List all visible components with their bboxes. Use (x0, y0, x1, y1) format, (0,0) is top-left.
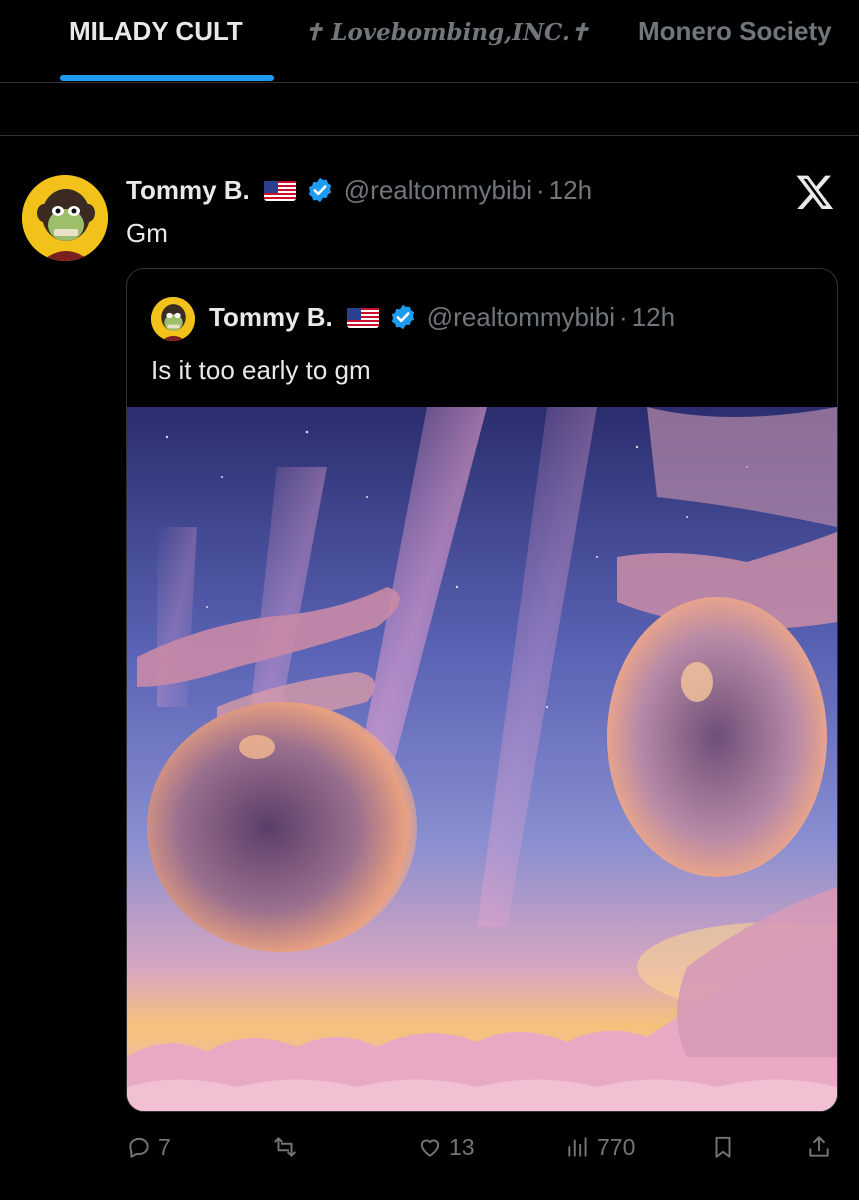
quoted-author-name[interactable]: Tommy B. (209, 302, 333, 333)
tab-bar: MILADY CULT ✝ Lovebombing,INC.✝ Monero S… (0, 0, 859, 83)
bookmark-button[interactable] (710, 1130, 736, 1164)
post-header: Tommy B. @realtommybibi · 12h (126, 172, 592, 208)
views-button[interactable]: 770 (565, 1130, 635, 1164)
quoted-avatar[interactable] (151, 297, 195, 341)
tab-milady-cult[interactable]: MILADY CULT (69, 16, 243, 47)
repost-icon (274, 1137, 296, 1157)
repost-button[interactable] (272, 1130, 304, 1164)
views-count: 770 (597, 1133, 636, 1160)
divider (0, 135, 859, 136)
avatar[interactable] (22, 175, 108, 261)
quoted-post-header: Tommy B. @realtommybibi · 12h (209, 299, 675, 335)
post-text: Gm (126, 218, 168, 248)
x-logo-icon (795, 172, 835, 212)
quoted-author-handle[interactable]: @realtommybibi (427, 302, 615, 333)
separator: · (619, 301, 628, 332)
share-icon (809, 1136, 829, 1157)
reply-icon (129, 1137, 149, 1158)
post-time[interactable]: 12h (549, 175, 592, 206)
quoted-post-text: Is it too early to gm (151, 355, 371, 385)
active-tab-indicator (60, 75, 274, 81)
post-image[interactable] (127, 407, 837, 1111)
views-chart-icon (568, 1137, 587, 1157)
author-handle[interactable]: @realtommybibi (344, 175, 532, 206)
reply-button[interactable]: 7 (126, 1130, 171, 1164)
verified-badge-icon (389, 303, 417, 331)
quoted-post-time[interactable]: 12h (632, 302, 675, 333)
us-flag-icon (346, 306, 379, 328)
author-name[interactable]: Tommy B. (126, 175, 250, 206)
verified-badge-icon (306, 176, 334, 204)
separator: · (536, 174, 545, 205)
heart-icon (420, 1139, 440, 1157)
tab-lovebombing-inc[interactable]: ✝ Lovebombing,INC.✝ (304, 19, 589, 46)
tab-monero-society[interactable]: Monero Society (638, 16, 832, 47)
reply-count: 7 (158, 1133, 171, 1160)
bookmark-icon (715, 1136, 731, 1158)
quoted-post[interactable]: Tommy B. @realtommybibi · 12h Is it too … (126, 268, 838, 1112)
like-count: 13 (449, 1133, 475, 1160)
like-button[interactable]: 13 (417, 1130, 475, 1164)
share-button[interactable] (806, 1130, 832, 1164)
us-flag-icon (263, 179, 296, 201)
